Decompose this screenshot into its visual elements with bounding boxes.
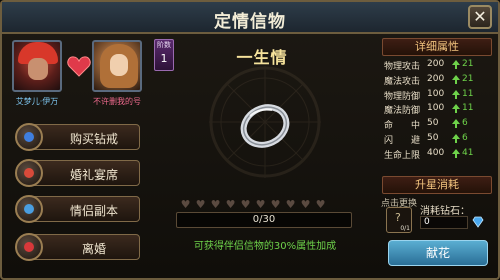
arrow-up-icon xyxy=(452,89,460,99)
attribute-name: 命 中 xyxy=(384,121,421,132)
heart-icon: ♥ xyxy=(240,198,251,211)
attributes-heading: 详细属性 xyxy=(382,38,492,56)
couple-dungeon-button[interactable]: 情侣副本 xyxy=(15,195,140,223)
heart-icon: ♥ xyxy=(270,198,281,211)
heart-icon: ♥ xyxy=(315,198,326,211)
arrow-up-icon xyxy=(452,60,460,69)
title-bar: 定情信物 ✕ xyxy=(2,2,498,34)
dungeon-icon xyxy=(15,195,43,223)
attribute-row: 生命上限 400 41 xyxy=(384,148,496,163)
wedding-banquet-button[interactable]: 婚礼宴席 xyxy=(15,159,140,187)
attribute-value: 100 xyxy=(427,103,445,114)
cost-value: 0 xyxy=(420,216,468,229)
offer-flowers-button[interactable]: 献花 xyxy=(388,240,488,266)
rank-value: 1 xyxy=(160,52,168,65)
diamond-icon xyxy=(472,216,484,228)
attributes-list: 物理攻击 200 21 魔法攻击 200 21 物理防御 100 11 魔法防御 100 11 命 中 5… xyxy=(384,59,496,163)
attribute-name: 生命上限 xyxy=(384,150,421,161)
banquet-icon xyxy=(15,159,43,187)
attribute-increase: 6 xyxy=(462,132,468,143)
diamond-ring-icon xyxy=(15,123,43,151)
bonus-note: 可获得伴侣信物的30%属性加成 xyxy=(193,241,337,252)
divorce-button[interactable]: 离婚 xyxy=(15,233,140,261)
player1-avatar[interactable] xyxy=(12,40,62,92)
star-level-hearts: ♥ ♥ ♥ ♥ ♥ ♥ ♥ ♥ ♥ ♥ xyxy=(180,193,350,211)
arrow-up-icon xyxy=(452,119,460,129)
attribute-row: 闪 避 50 6 xyxy=(384,133,496,148)
attribute-value: 100 xyxy=(427,88,445,99)
heart-icon: ♥ xyxy=(300,198,311,211)
attribute-increase: 11 xyxy=(462,103,474,114)
heart-icon: ♥ xyxy=(285,198,296,211)
broken-heart-icon xyxy=(15,233,43,261)
player2-avatar[interactable] xyxy=(92,40,142,92)
token-dialog: 定情信物 ✕ 艾梦儿·伊万 不许删我的号 购买钻戒 婚礼宴席 情侣副本 离婚 阶… xyxy=(0,0,500,280)
couple-panel: 艾梦儿·伊万 不许删我的号 购买钻戒 婚礼宴席 情侣副本 离婚 xyxy=(8,40,148,276)
attribute-value: 50 xyxy=(427,132,439,143)
rank-label: 阶数 xyxy=(157,41,171,49)
attribute-increase: 11 xyxy=(462,88,474,99)
attribute-value: 400 xyxy=(427,147,445,158)
attribute-name: 魔法攻击 xyxy=(384,76,421,87)
attribute-increase: 21 xyxy=(462,59,474,69)
attribute-name: 物理攻击 xyxy=(384,62,421,72)
attribute-row: 魔法防御 100 11 xyxy=(384,103,496,118)
attribute-name: 魔法防御 xyxy=(384,106,421,117)
attribute-name: 物理防御 xyxy=(384,91,421,102)
close-button[interactable]: ✕ xyxy=(468,5,492,29)
heart-icon: ♥ xyxy=(255,198,266,211)
attribute-name: 闪 避 xyxy=(384,135,421,146)
slot-count: 0/1 xyxy=(400,225,410,232)
cost-label: 消耗钻石： xyxy=(420,206,470,217)
token-display xyxy=(209,66,321,178)
material-slot[interactable]: ? 0/1 xyxy=(386,207,412,233)
attribute-row: 命 中 50 6 xyxy=(384,118,496,133)
rank-tag: 阶数 1 xyxy=(154,39,174,71)
heart-icon: ♥ xyxy=(210,198,221,211)
attribute-row: 物理防御 100 11 xyxy=(384,89,496,104)
heart-icon: ♥ xyxy=(225,198,236,211)
dialog-title: 定情信物 xyxy=(214,12,286,32)
attribute-row: 魔法攻击 200 21 xyxy=(384,74,496,89)
arrow-up-icon xyxy=(452,74,460,84)
attribute-increase: 21 xyxy=(462,73,474,84)
heart-icon xyxy=(67,56,91,77)
attribute-value: 50 xyxy=(427,118,439,129)
attribute-row: 物理攻击 200 21 xyxy=(384,59,496,74)
buy-ring-button[interactable]: 购买钻戒 xyxy=(15,123,140,151)
arrow-up-icon xyxy=(452,104,460,114)
attribute-value: 200 xyxy=(427,73,445,84)
attribute-value: 200 xyxy=(427,59,445,69)
heart-icon: ♥ xyxy=(195,198,206,211)
question-mark-icon: ? xyxy=(395,211,401,224)
player1-name: 艾梦儿·伊万 xyxy=(15,97,59,106)
upgrade-heading: 升星消耗 xyxy=(382,176,492,194)
arrow-up-icon xyxy=(452,133,460,143)
attribute-increase: 41 xyxy=(462,147,474,158)
player2-name: 不许删我的号 xyxy=(93,97,141,106)
heart-icon: ♥ xyxy=(180,198,191,211)
arrow-up-icon xyxy=(452,148,460,158)
progress-text: 0/30 xyxy=(252,214,276,225)
attribute-increase: 6 xyxy=(462,118,468,129)
progress-bar: 0/30 xyxy=(176,212,352,228)
